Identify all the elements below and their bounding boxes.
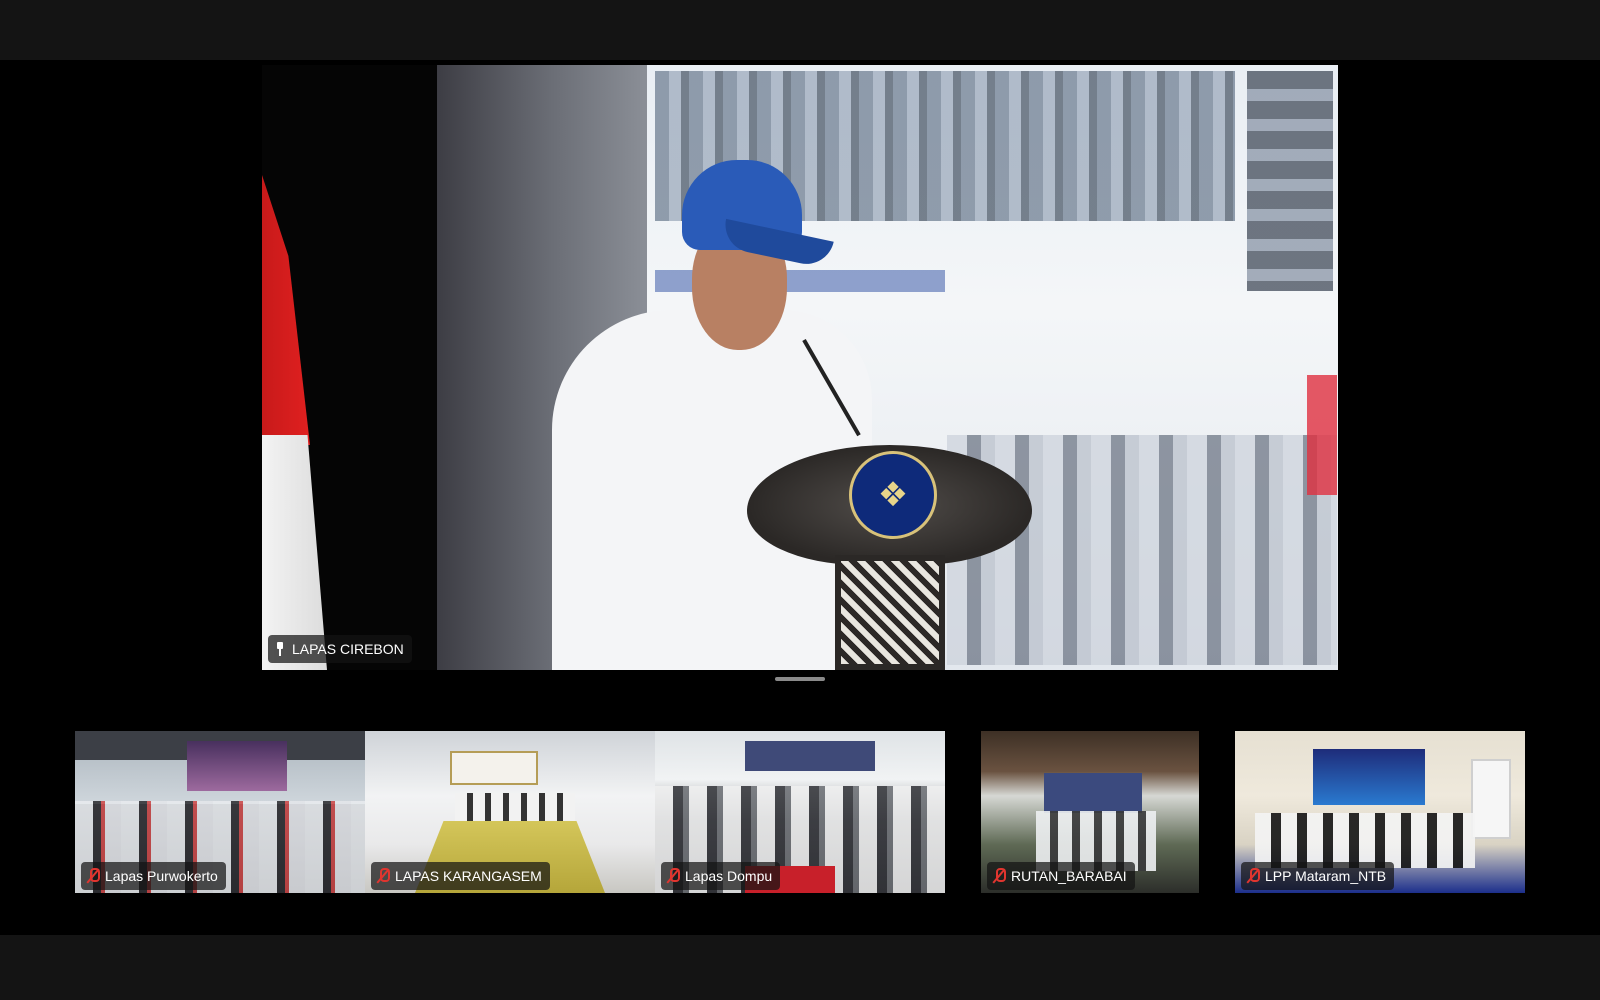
screen-red-panel — [1307, 375, 1337, 495]
participant-name: Lapas Dompu — [685, 868, 773, 884]
mic-off-icon — [667, 868, 680, 884]
participant-thumbnail[interactable]: LAPAS KARANGASEM — [365, 731, 655, 893]
room-window — [1471, 759, 1511, 839]
participant-name-tag: LAPAS KARANGASEM — [371, 862, 550, 890]
audience — [1255, 813, 1475, 868]
audience — [455, 793, 575, 823]
participant-thumbnail[interactable]: RUTAN_BARABAI — [981, 731, 1199, 893]
pin-icon[interactable] — [274, 642, 286, 656]
screen-gallery-side — [1247, 71, 1333, 291]
participant-name-tag: RUTAN_BARABAI — [987, 862, 1135, 890]
emblem-icon: ❖ — [849, 451, 937, 539]
podium: ❖ — [747, 445, 1032, 670]
participant-name: LPP Mataram_NTB — [1265, 868, 1387, 884]
participant-name-tag: Lapas Purwokerto — [81, 862, 226, 890]
participant-name-tag: LPP Mataram_NTB — [1241, 862, 1395, 890]
top-toolbar — [0, 0, 1600, 60]
mic-off-icon — [377, 868, 390, 884]
main-speaker-video[interactable]: ❖ LAPAS CIREBON — [262, 65, 1338, 670]
participant-thumbnail[interactable]: Lapas Dompu — [655, 731, 945, 893]
wall-sign — [450, 751, 538, 785]
podium-stand — [835, 555, 945, 670]
participant-name: LAPAS KARANGASEM — [395, 868, 542, 884]
mic-off-icon — [87, 868, 100, 884]
bottom-toolbar — [0, 935, 1600, 1000]
participant-thumbnail[interactable]: LPP Mataram_NTB — [1235, 731, 1525, 893]
participant-name: Lapas Purwokerto — [105, 868, 218, 884]
event-banner — [745, 741, 875, 771]
resize-handle[interactable] — [775, 677, 825, 681]
event-banner — [1313, 749, 1425, 805]
event-banner — [1044, 773, 1142, 813]
participant-name-tag: LAPAS CIREBON — [268, 635, 412, 663]
mic-off-icon — [1247, 868, 1260, 884]
participant-name: LAPAS CIREBON — [292, 641, 404, 657]
participant-name: RUTAN_BARABAI — [1011, 868, 1127, 884]
mic-off-icon — [993, 868, 1006, 884]
participant-thumbnail[interactable]: Lapas Purwokerto — [75, 731, 365, 893]
participant-name-tag: Lapas Dompu — [661, 862, 781, 890]
event-banner — [187, 741, 287, 791]
